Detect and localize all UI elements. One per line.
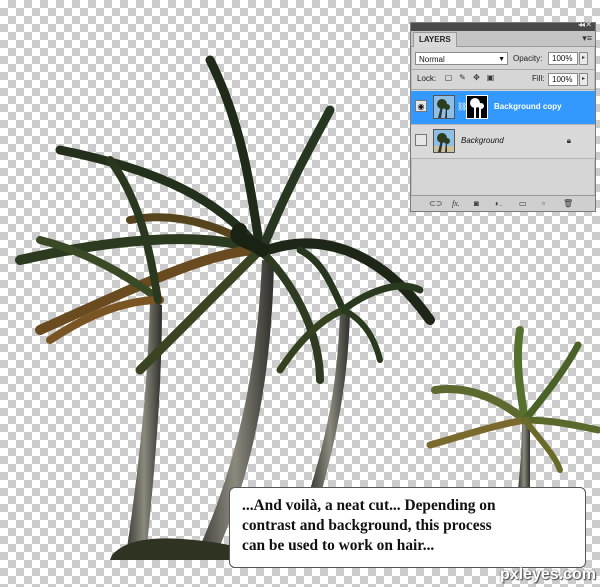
caption-box: ...And voilà, a neat cut... Depending on… xyxy=(229,487,586,568)
fill-input[interactable]: 100% xyxy=(548,73,578,86)
opacity-arrow-icon[interactable]: ▸ xyxy=(579,52,588,65)
panel-footer: ⊂⊃ fx. ◙ ◐. ▭ ▫ 🗑︎ xyxy=(411,195,595,211)
tab-layers[interactable]: LAYERS xyxy=(413,32,457,47)
fill-arrow-icon[interactable]: ▸ xyxy=(579,73,588,86)
new-group-folder-icon[interactable]: ▭ xyxy=(519,198,527,209)
trash-delete-icon[interactable]: 🗑︎ xyxy=(563,198,573,209)
lock-label: Lock: xyxy=(417,74,437,83)
opacity-label: Opacity: xyxy=(513,54,543,63)
lock-pixels-brush-icon[interactable]: ✎ xyxy=(458,73,467,82)
panel-menu-icon[interactable]: ▾≡ xyxy=(582,33,592,43)
panel-tab-row: LAYERS ▾≡ xyxy=(411,31,595,47)
lock-position-move-icon[interactable]: ✥ xyxy=(472,73,481,82)
layer-mask-thumbnail[interactable] xyxy=(466,95,488,119)
visibility-eye-icon[interactable]: ◉ xyxy=(415,100,427,112)
opacity-input[interactable]: 100% xyxy=(548,52,578,65)
link-layers-icon[interactable]: ⊂⊃ xyxy=(429,198,442,209)
lock-fill-row: Lock: ▢ ✎ ✥ ▣ Fill: 100% ▸ xyxy=(411,70,595,88)
layers-panel: ◂◂ ✕ LAYERS ▾≡ Normal ▼ Opacity: 100% ▸ … xyxy=(410,20,596,212)
layer-row-background[interactable]: Background 🔒︎ xyxy=(411,124,595,159)
trunk-right xyxy=(518,420,530,490)
new-layer-icon[interactable]: ▫ xyxy=(542,198,545,209)
chevron-down-icon: ▼ xyxy=(498,56,505,63)
panel-titlebar[interactable]: ◂◂ ✕ xyxy=(411,20,595,31)
add-mask-icon[interactable]: ◙ xyxy=(474,198,479,209)
layer-thumbnail xyxy=(433,129,455,153)
layer-name[interactable]: Background copy xyxy=(494,101,562,113)
blend-opacity-row: Normal ▼ Opacity: 100% ▸ xyxy=(411,50,595,68)
blend-mode-value: Normal xyxy=(419,55,445,64)
blend-mode-select[interactable]: Normal ▼ xyxy=(415,52,508,65)
trunk-left xyxy=(126,300,162,555)
caption-line-1: ...And voilà, a neat cut... Depending on xyxy=(242,497,496,514)
caption-line-2: contrast and background, this process xyxy=(242,517,492,534)
layer-row-background-copy[interactable]: ◉ ⛓ Background copy xyxy=(411,91,595,124)
padlock-icon: 🔒︎ xyxy=(566,136,571,145)
fx-layer-style-icon[interactable]: fx. xyxy=(452,198,460,209)
fill-label: Fill: xyxy=(532,74,545,83)
collapse-arrows-icon[interactable]: ◂◂ ✕ xyxy=(578,20,592,29)
visibility-toggle[interactable] xyxy=(415,134,427,146)
layer-thumbnail xyxy=(433,95,455,119)
divider xyxy=(411,89,595,90)
lock-transparent-icon[interactable]: ▢ xyxy=(444,73,453,82)
watermark: pxleyes.com xyxy=(499,566,596,583)
caption-line-3: can be used to work on hair... xyxy=(242,537,435,554)
lock-all-icon[interactable]: ▣ xyxy=(486,73,495,82)
layer-name[interactable]: Background xyxy=(461,135,504,147)
adjustment-layer-icon[interactable]: ◐. xyxy=(495,198,502,209)
